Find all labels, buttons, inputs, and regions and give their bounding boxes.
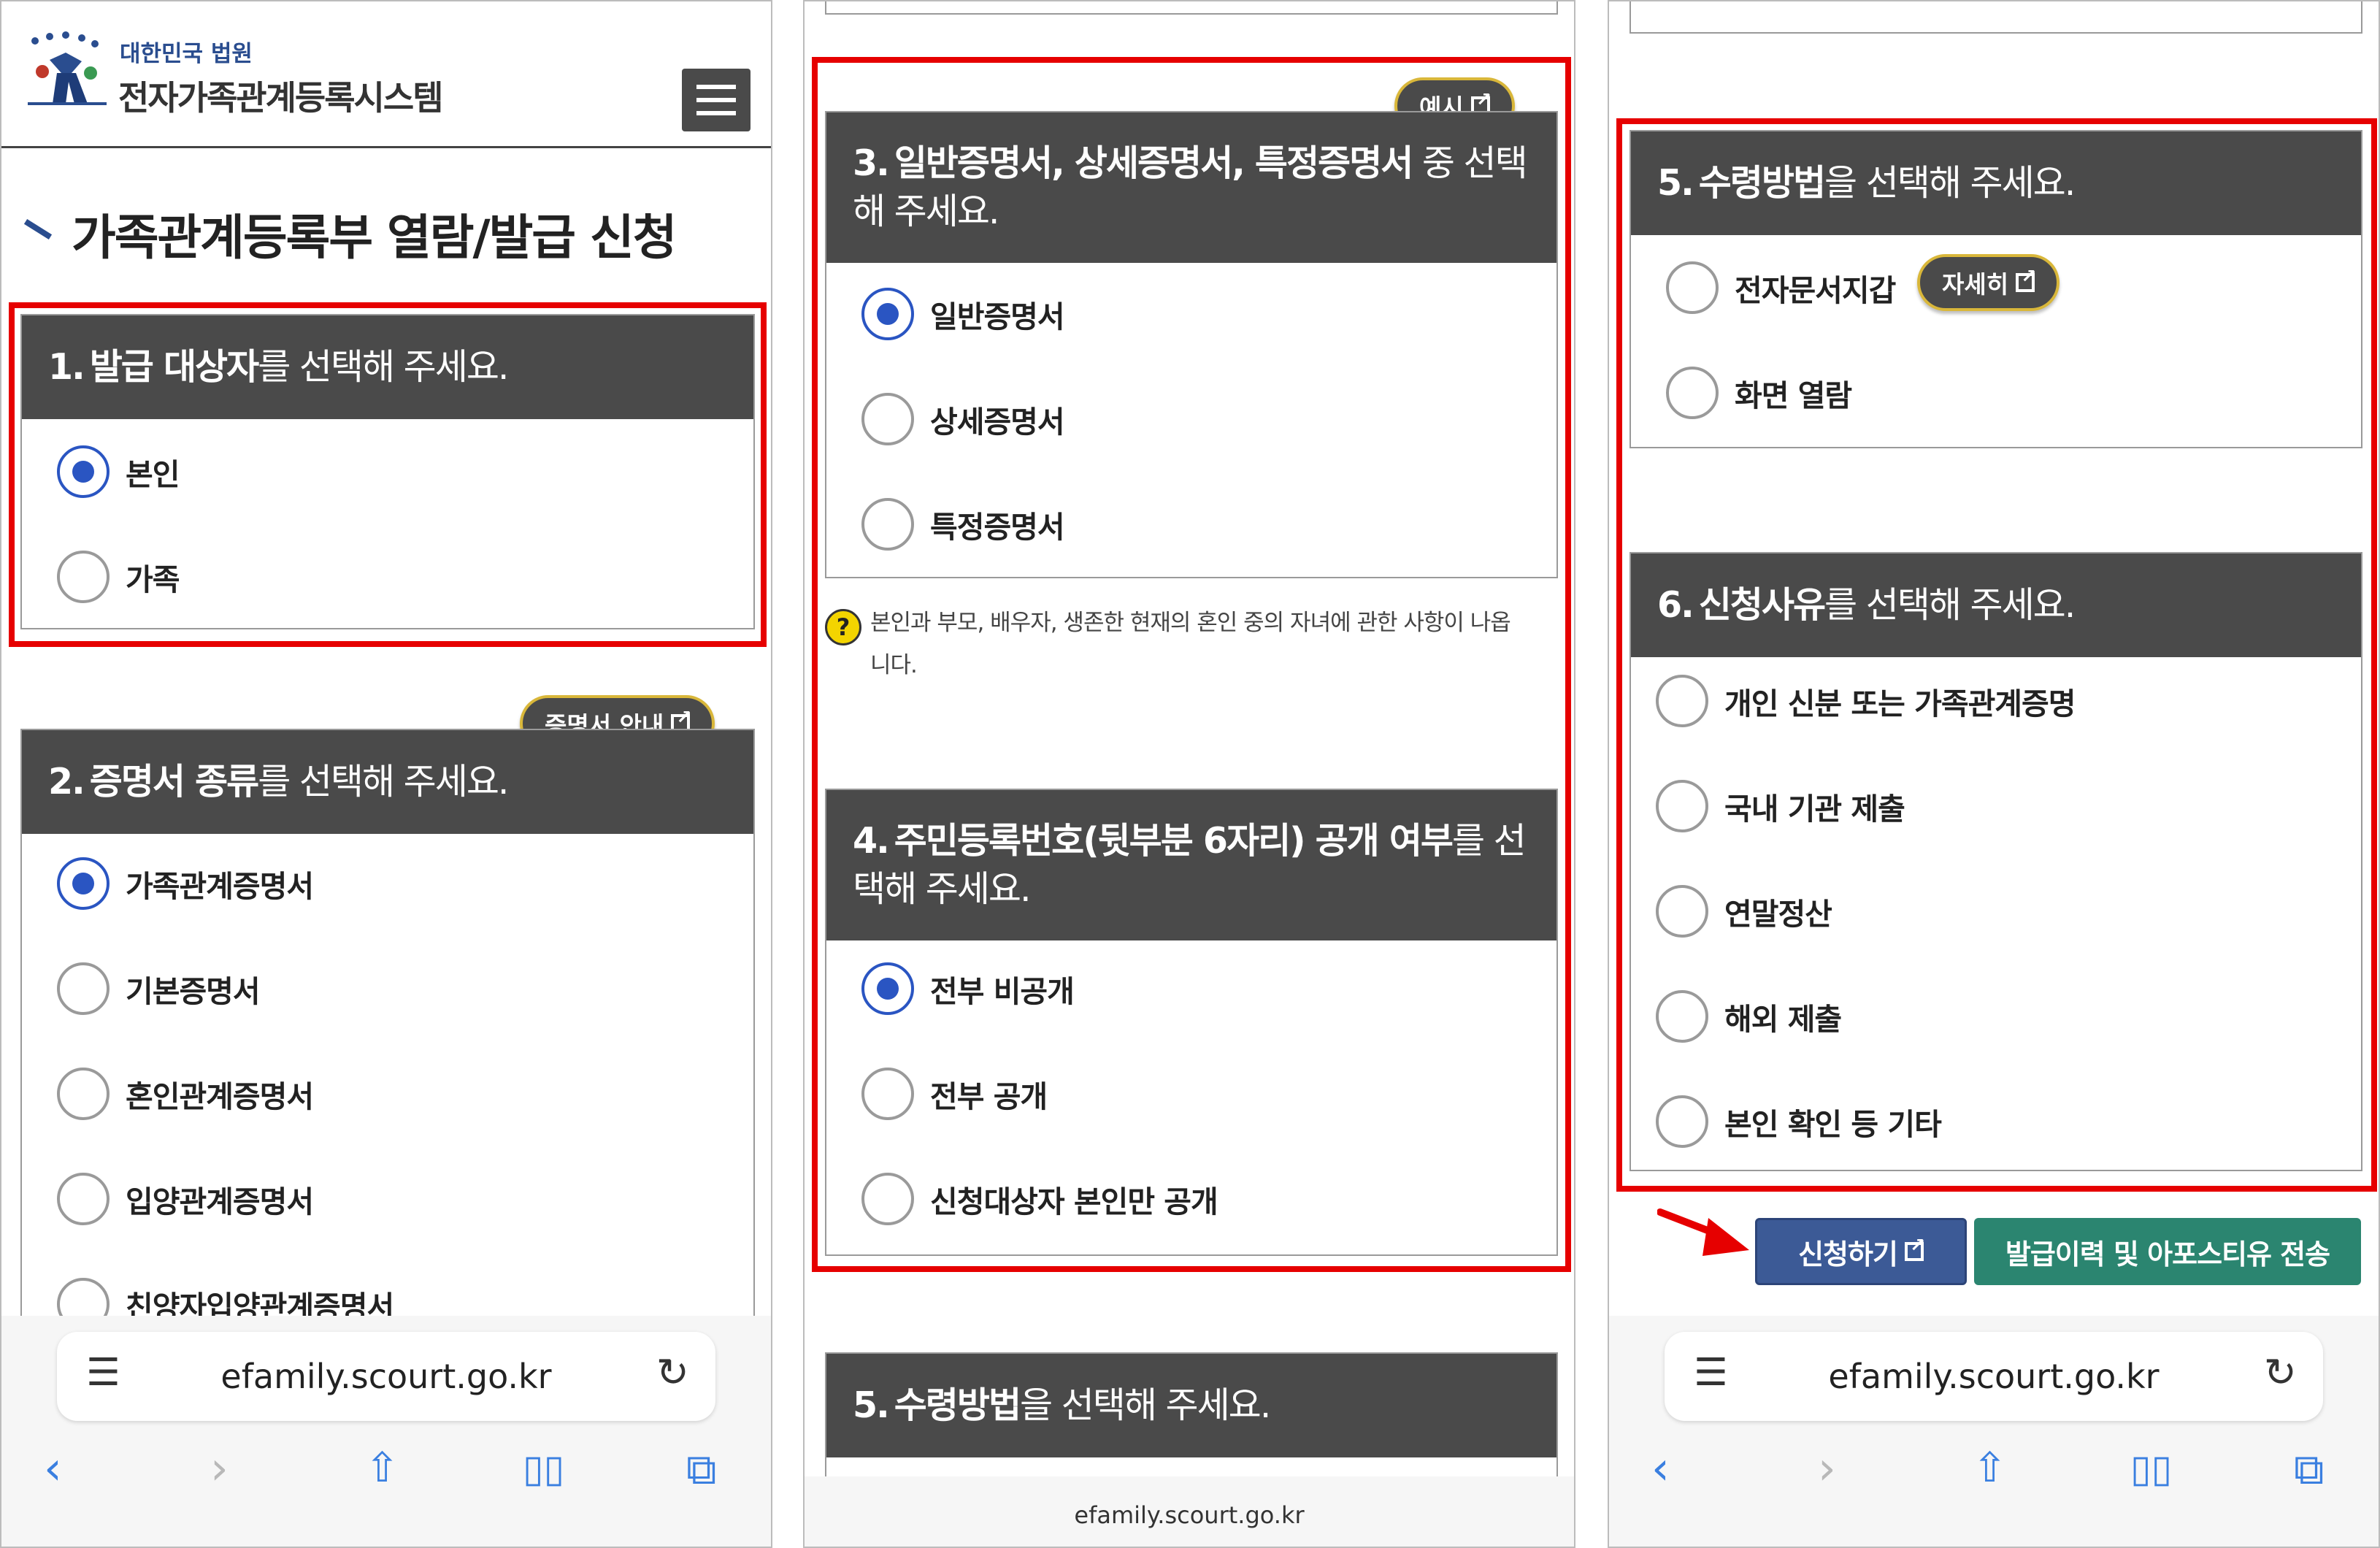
radio-option-marriage[interactable]: 혼인관계증명서 [57, 1068, 314, 1120]
bookmarks-icon[interactable]: ▯▯ [2130, 1447, 2172, 1491]
highlight-box [9, 302, 767, 647]
radio-button[interactable] [57, 857, 110, 910]
section-header: 5. 수령방법 을 선택해 주세요. [826, 1354, 1556, 1457]
address-bar[interactable]: ☰ efamily.scourt.go.kr ↻ [57, 1332, 715, 1421]
share-icon[interactable]: ⇧ [365, 1444, 399, 1492]
issue-history-button[interactable]: 발급이력 및 아포스티유 전송 [1974, 1218, 2361, 1285]
url-text: efamily.scourt.go.kr [1828, 1357, 2160, 1396]
screenshot-panel-3: 5.수령방법을 선택해 주세요. 전자문서지갑 자세히 화면 열람 6.신청사유… [1608, 0, 2380, 1548]
radio-button[interactable] [57, 1173, 110, 1225]
apply-button[interactable]: 신청하기 [1755, 1218, 1967, 1285]
previous-section-edge [1629, 1, 2362, 34]
browser-compact-bar: efamily.scourt.go.kr [805, 1476, 1574, 1547]
section-header: 2. 증명서 종류 를 선택해 주세요. [22, 730, 753, 834]
title-mark [23, 219, 53, 240]
previous-section-edge [825, 1, 1558, 15]
screenshot-panel-2: 예시 3.일반증명서, 상세증명서, 특정증명서 중 선택 해 주세요. 일반증… [803, 0, 1575, 1548]
header-divider [1, 146, 771, 148]
back-icon[interactable]: ‹ [44, 1441, 62, 1495]
highlight-box [812, 57, 1571, 1272]
reload-icon[interactable]: ↻ [2264, 1349, 2297, 1395]
address-bar[interactable]: ☰ efamily.scourt.go.kr ↻ [1665, 1332, 2323, 1421]
radio-button[interactable] [57, 1068, 110, 1120]
red-arrow-icon [1657, 1208, 1749, 1256]
tabs-icon[interactable]: ⧉ [686, 1444, 716, 1495]
highlight-box [1616, 118, 2377, 1192]
back-icon[interactable]: ‹ [1651, 1441, 1670, 1495]
forward-icon: › [1818, 1441, 1836, 1495]
screenshot-panel-1: 대한민국 법원 전자가족관계등록시스템 가족관계등록부 열람/발급 신청 1. 발… [0, 0, 772, 1548]
logo-subtitle: 대한민국 법원 [120, 41, 253, 67]
radio-option-family-relation[interactable]: 가족관계증명서 [57, 857, 314, 910]
share-icon[interactable]: ⇧ [1973, 1444, 2007, 1492]
tabs-icon[interactable]: ⧉ [2294, 1444, 2324, 1495]
url-text: efamily.scourt.go.kr [220, 1357, 552, 1396]
radio-option-adoption[interactable]: 입양관계증명서 [57, 1173, 314, 1225]
browser-toolbar: ☰ efamily.scourt.go.kr ↻ ‹ › ⇧ ▯▯ ⧉ [1609, 1316, 2379, 1547]
external-link-icon [1904, 1235, 1925, 1261]
reload-icon[interactable]: ↻ [656, 1349, 689, 1395]
radio-option-basic[interactable]: 기본증명서 [57, 962, 261, 1015]
page-title: 가족관계등록부 열람/발급 신청 [72, 210, 677, 266]
url-text: efamily.scourt.go.kr [1074, 1501, 1305, 1529]
logo-title: 전자가족관계등록시스템 [118, 78, 444, 118]
section-certificate-type: 2. 증명서 종류 를 선택해 주세요. 가족관계증명서 기본증명서 혼인관계증명서… [20, 729, 755, 1386]
court-logo-icon [28, 31, 107, 105]
radio-button[interactable] [57, 962, 110, 1015]
bookmarks-icon[interactable]: ▯▯ [523, 1447, 564, 1491]
menu-button[interactable] [682, 69, 751, 131]
menu-icon [696, 85, 736, 89]
forward-icon: › [210, 1441, 229, 1495]
browser-toolbar: ☰ efamily.scourt.go.kr ↻ ‹ › ⇧ ▯▯ ⧉ [1, 1316, 771, 1547]
